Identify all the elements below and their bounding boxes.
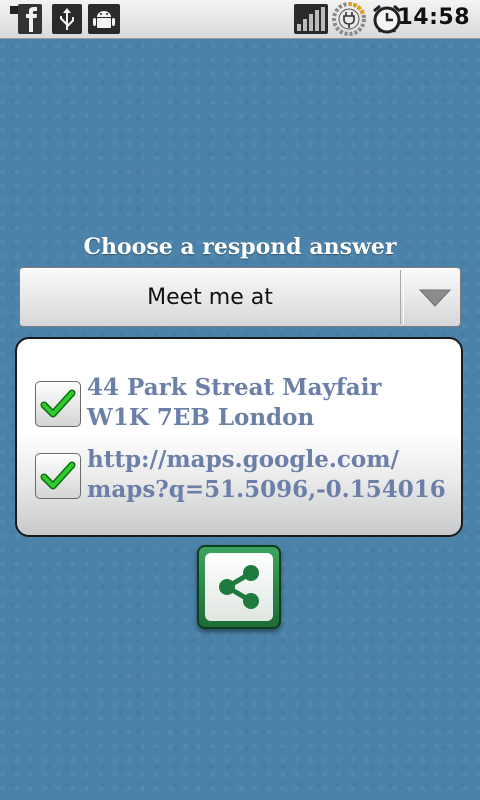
share-button[interactable] (197, 545, 281, 629)
status-bar: 14:58 (0, 0, 480, 39)
address-checkbox[interactable] (35, 381, 81, 427)
android-debug-icon (88, 4, 120, 34)
prompt-label: Choose a respond answer (83, 234, 397, 260)
map-link-text: http://maps.google.com/ maps?q=51.5096,-… (87, 445, 457, 505)
checkmark-icon (40, 461, 76, 490)
address-line1: 44 Park Streat Mayfair (87, 374, 382, 401)
signal-icon (294, 4, 328, 34)
dropdown-selected-value: Meet me at (147, 285, 273, 310)
map-link-line2: maps?q=51.5096,-0.154016 (87, 476, 446, 503)
address-line2: W1K 7EB London (87, 404, 315, 431)
checkmark-icon (40, 389, 76, 418)
status-time: 14:58 (397, 5, 470, 30)
usb-icon (52, 4, 82, 34)
respond-answer-dropdown[interactable]: Meet me at (19, 267, 461, 327)
share-button-face (205, 553, 273, 621)
chevron-down-icon (418, 288, 452, 308)
address-text: 44 Park Streat Mayfair W1K 7EB London (87, 373, 457, 433)
dropdown-divider (400, 270, 404, 324)
battery-charging-icon (332, 2, 366, 36)
facebook-notification-icon (10, 4, 42, 34)
map-link-checkbox[interactable] (35, 453, 81, 499)
share-icon (219, 565, 259, 609)
message-content-panel: 44 Park Streat Mayfair W1K 7EB London ht… (15, 337, 463, 537)
map-link-line1: http://maps.google.com/ (87, 446, 399, 473)
